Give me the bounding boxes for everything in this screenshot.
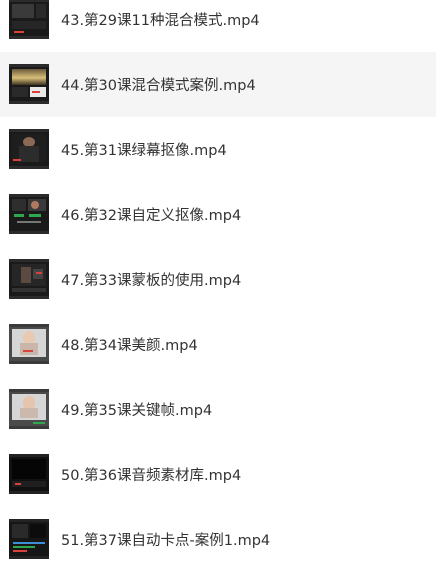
list-item[interactable]: 46.第32课自定义抠像.mp4: [0, 182, 436, 247]
file-name[interactable]: 50.第36课音频素材库.mp4: [61, 464, 241, 485]
file-name[interactable]: 51.第37课自动卡点-案例1.mp4: [61, 529, 270, 550]
file-name[interactable]: 43.第29课11种混合模式.mp4: [61, 9, 260, 30]
list-item[interactable]: 49.第35课关键帧.mp4: [0, 377, 436, 442]
video-thumbnail: [9, 389, 49, 429]
list-item[interactable]: 47.第33课蒙板的使用.mp4: [0, 247, 436, 312]
list-item[interactable]: 43.第29课11种混合模式.mp4: [0, 0, 436, 52]
list-item[interactable]: 45.第31课绿幕抠像.mp4: [0, 117, 436, 182]
list-item[interactable]: 44.第30课混合模式案例.mp4: [0, 52, 436, 117]
file-name[interactable]: 47.第33课蒙板的使用.mp4: [61, 269, 241, 290]
video-thumbnail: [9, 0, 49, 39]
file-name[interactable]: 49.第35课关键帧.mp4: [61, 399, 212, 420]
video-thumbnail: [9, 519, 49, 559]
video-thumbnail: [9, 194, 49, 234]
video-thumbnail: [9, 259, 49, 299]
video-thumbnail: [9, 324, 49, 364]
video-thumbnail: [9, 129, 49, 169]
list-item[interactable]: 51.第37课自动卡点-案例1.mp4: [0, 507, 436, 572]
file-name[interactable]: 46.第32课自定义抠像.mp4: [61, 204, 241, 225]
list-item[interactable]: 48.第34课美颜.mp4: [0, 312, 436, 377]
file-list: 43.第29课11种混合模式.mp4 44.第30课混合模式案例.mp4 45.…: [0, 0, 436, 572]
video-thumbnail: [9, 454, 49, 494]
video-thumbnail: [9, 64, 49, 104]
list-item[interactable]: 50.第36课音频素材库.mp4: [0, 442, 436, 507]
file-name[interactable]: 48.第34课美颜.mp4: [61, 334, 198, 355]
file-name[interactable]: 45.第31课绿幕抠像.mp4: [61, 139, 227, 160]
file-name[interactable]: 44.第30课混合模式案例.mp4: [61, 74, 256, 95]
